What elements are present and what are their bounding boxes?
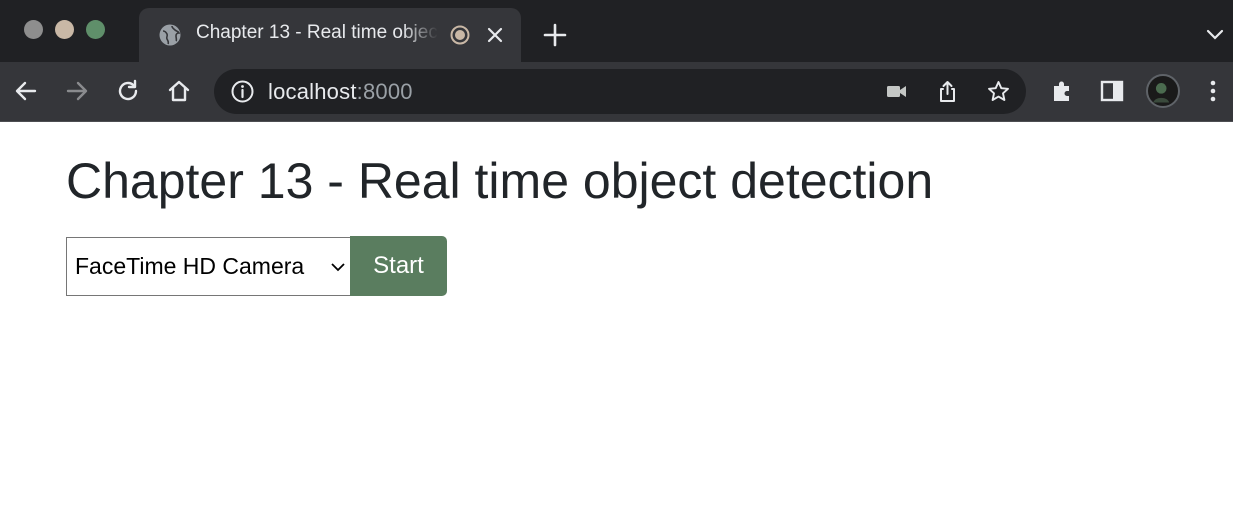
browser-tab-strip: Chapter 13 - Real time object detection	[0, 0, 1233, 62]
home-icon[interactable]	[165, 77, 193, 105]
url-port: :8000	[356, 79, 413, 104]
globe-icon	[159, 24, 181, 46]
minimize-window-button[interactable]	[55, 20, 74, 39]
page-title: Chapter 13 - Real time object detection	[66, 153, 934, 209]
browser-toolbar: localhost:8000	[0, 62, 1233, 122]
forward-icon[interactable]	[63, 77, 91, 105]
camera-controls: FaceTime HD Camera Start	[66, 236, 447, 296]
side-panel-icon[interactable]	[1098, 77, 1126, 105]
bookmark-star-icon[interactable]	[986, 79, 1011, 104]
share-icon[interactable]	[935, 79, 960, 104]
camera-select[interactable]: FaceTime HD Camera	[66, 237, 350, 296]
back-icon[interactable]	[12, 77, 40, 105]
address-bar[interactable]: localhost:8000	[214, 69, 1026, 114]
camera-select-value: FaceTime HD Camera	[75, 253, 305, 279]
profile-picture-icon	[1153, 83, 1170, 103]
recording-indicator-icon	[450, 25, 470, 45]
profile-avatar[interactable]	[1146, 74, 1180, 108]
extensions-icon[interactable]	[1048, 77, 1076, 105]
window-controls	[24, 20, 105, 39]
new-tab-icon[interactable]	[542, 22, 568, 48]
camera-icon[interactable]	[884, 79, 909, 104]
tab-search-chevron-icon[interactable]	[1203, 24, 1227, 46]
maximize-window-button[interactable]	[86, 20, 105, 39]
close-window-button[interactable]	[24, 20, 43, 39]
url-host: localhost	[268, 79, 357, 104]
site-info-icon[interactable]	[230, 79, 255, 104]
url-text[interactable]: localhost:8000	[268, 79, 413, 105]
tab-title: Chapter 13 - Real time object detection	[196, 22, 438, 43]
reload-icon[interactable]	[114, 77, 142, 105]
browser-tab[interactable]: Chapter 13 - Real time object detection	[139, 8, 521, 62]
chevron-down-icon	[331, 263, 345, 272]
close-tab-icon[interactable]	[484, 24, 506, 46]
start-button[interactable]: Start	[350, 236, 447, 296]
menu-dots-icon[interactable]	[1201, 77, 1225, 105]
